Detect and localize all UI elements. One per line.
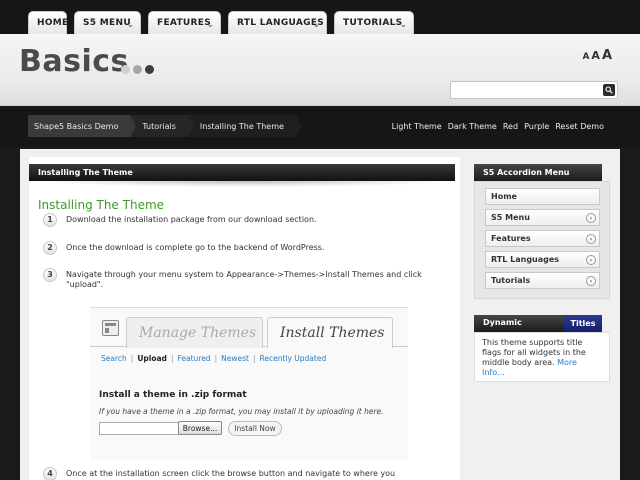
logo-dots <box>121 65 154 74</box>
search-button[interactable] <box>603 84 615 96</box>
site-header: Basics A A A <box>0 34 640 106</box>
breadcrumb-item-current: Installing The Theme <box>187 115 302 137</box>
wp-link-recently-updated: Recently Updated <box>259 354 327 363</box>
accordion-menu-title: S5 Accordion Menu <box>474 164 602 181</box>
link-separator: | <box>214 354 218 363</box>
step-item: 3 Navigate through your menu system to A… <box>43 268 453 290</box>
nav-tab-label: S5 MENU <box>83 18 131 28</box>
top-navigation: HOME S5 MENU ⌄ FEATURES ⌄ RTL LANGUAGES … <box>0 0 640 34</box>
accordion-item-features[interactable]: Features › <box>485 230 600 247</box>
nav-tab-s5-menu[interactable]: S5 MENU ⌄ <box>74 11 141 34</box>
link-separator: | <box>130 354 134 363</box>
chevron-right-icon[interactable]: › <box>586 255 596 265</box>
breadcrumb-bar: Shape5 Basics Demo Tutorials Installing … <box>0 107 640 147</box>
chevron-down-icon: ⌄ <box>206 20 214 29</box>
step-number: 4 <box>43 467 57 480</box>
accordion-item-rtl-languages[interactable]: RTL Languages › <box>485 251 600 268</box>
wp-filter-links: Search | Upload | Featured | Newest | Re… <box>101 354 326 363</box>
dynamic-title-bar: Dynamic Titles <box>474 315 602 332</box>
font-size-medium[interactable]: A <box>591 49 600 62</box>
appearance-icon <box>102 320 119 336</box>
wp-link-newest: Newest <box>221 354 249 363</box>
title-bar-shadow <box>34 181 454 187</box>
chevron-right-icon[interactable]: › <box>586 276 596 286</box>
logo-dot <box>121 65 130 74</box>
step-item: 4 Once at the installation screen click … <box>43 467 453 480</box>
theme-link-reset[interactable]: Reset Demo <box>555 122 604 131</box>
theme-link-light[interactable]: Light Theme <box>392 122 442 131</box>
breadcrumb-item-tutorials[interactable]: Tutorials <box>130 115 194 137</box>
wp-install-now-button: Install Now <box>228 421 282 436</box>
dynamic-widget-body: This theme supports title flags for all … <box>474 332 610 382</box>
nav-tab-label: HOME <box>37 18 69 28</box>
font-size-small[interactable]: A <box>582 52 589 62</box>
step-number: 2 <box>43 241 57 255</box>
search-input[interactable] <box>450 81 618 99</box>
link-separator: | <box>252 354 256 363</box>
step-number: 3 <box>43 268 57 282</box>
accordion-item-label: S5 Menu <box>491 213 530 222</box>
search-icon <box>605 86 613 94</box>
logo-dot <box>145 65 154 74</box>
link-separator: | <box>170 354 174 363</box>
theme-link-red[interactable]: Red <box>503 122 518 131</box>
chevron-down-icon: ⌄ <box>312 20 320 29</box>
wp-link-featured: Featured <box>177 354 211 363</box>
site-logo[interactable]: Basics <box>19 44 129 79</box>
breadcrumb: Shape5 Basics Demo Tutorials Installing … <box>28 115 302 137</box>
font-size-large[interactable]: A <box>602 48 612 63</box>
nav-tab-label: RTL LANGUAGES <box>237 18 325 28</box>
accordion-item-label: Tutorials <box>491 276 531 285</box>
content-title-bar: Installing The Theme <box>29 164 455 181</box>
dynamic-title-flag: Titles <box>564 315 602 332</box>
chevron-right-icon[interactable]: › <box>586 213 596 223</box>
nav-tab-label: TUTORIALS <box>343 18 403 28</box>
step-text: Navigate through your menu system to App… <box>66 270 422 289</box>
wp-tab-bar: Manage Themes Install Themes <box>90 308 408 348</box>
accordion-item-label: Home <box>491 192 517 201</box>
step-number: 1 <box>43 213 57 227</box>
tab-install-themes: Install Themes <box>267 317 393 348</box>
wp-browse-button: Browse... <box>178 421 222 435</box>
step-text: Once at the installation screen click th… <box>66 469 396 480</box>
step-text: Download the installation package from o… <box>66 215 317 224</box>
wp-file-field <box>99 422 179 435</box>
install-themes-screenshot: Manage Themes Install Themes Search | Up… <box>90 307 408 460</box>
breadcrumb-item-home[interactable]: Shape5 Basics Demo <box>28 115 137 137</box>
accordion-item-tutorials[interactable]: Tutorials › <box>485 272 600 289</box>
nav-tab-features[interactable]: FEATURES ⌄ <box>148 11 221 34</box>
main-content: Installing The Theme Installing The Them… <box>29 157 460 480</box>
dynamic-title-left: Dynamic <box>483 318 522 327</box>
accordion-item-home[interactable]: Home <box>485 188 600 205</box>
nav-tab-home[interactable]: HOME <box>28 11 69 34</box>
theme-link-dark[interactable]: Dark Theme <box>448 122 497 131</box>
accordion-item-label: Features <box>491 234 531 243</box>
wp-upload-heading: Install a theme in .zip format <box>99 390 247 400</box>
accordion-item-s5-menu[interactable]: S5 Menu › <box>485 209 600 226</box>
step-item: 1 Download the installation package from… <box>43 213 453 227</box>
logo-dot <box>133 65 142 74</box>
font-size-controls: A A A <box>582 48 612 63</box>
step-item: 2 Once the download is complete go to th… <box>43 241 453 255</box>
nav-tab-label: FEATURES <box>157 18 211 28</box>
wp-link-search: Search <box>101 354 127 363</box>
nav-tab-rtl-languages[interactable]: RTL LANGUAGES ⌄ <box>228 11 327 34</box>
theme-link-purple[interactable]: Purple <box>524 122 549 131</box>
wp-link-upload: Upload <box>137 354 167 363</box>
accordion-menu: Home S5 Menu › Features › RTL Languages … <box>474 181 610 299</box>
theme-switcher: Light Theme Dark Theme Red Purple Reset … <box>392 122 604 131</box>
wp-upload-description: If you have a theme in a .zip format, yo… <box>99 407 384 416</box>
nav-tab-tutorials[interactable]: TUTORIALS ⌄ <box>334 11 414 34</box>
body-area: Installing The Theme Installing The Them… <box>20 149 620 480</box>
chevron-down-icon: ⌄ <box>399 20 407 29</box>
tab-manage-themes: Manage Themes <box>126 317 263 348</box>
step-text: Once the download is complete go to the … <box>66 243 325 252</box>
accordion-item-label: RTL Languages <box>491 255 560 264</box>
chevron-down-icon: ⌄ <box>126 20 134 29</box>
page-title: Installing The Theme <box>38 198 165 212</box>
chevron-right-icon[interactable]: › <box>586 234 596 244</box>
